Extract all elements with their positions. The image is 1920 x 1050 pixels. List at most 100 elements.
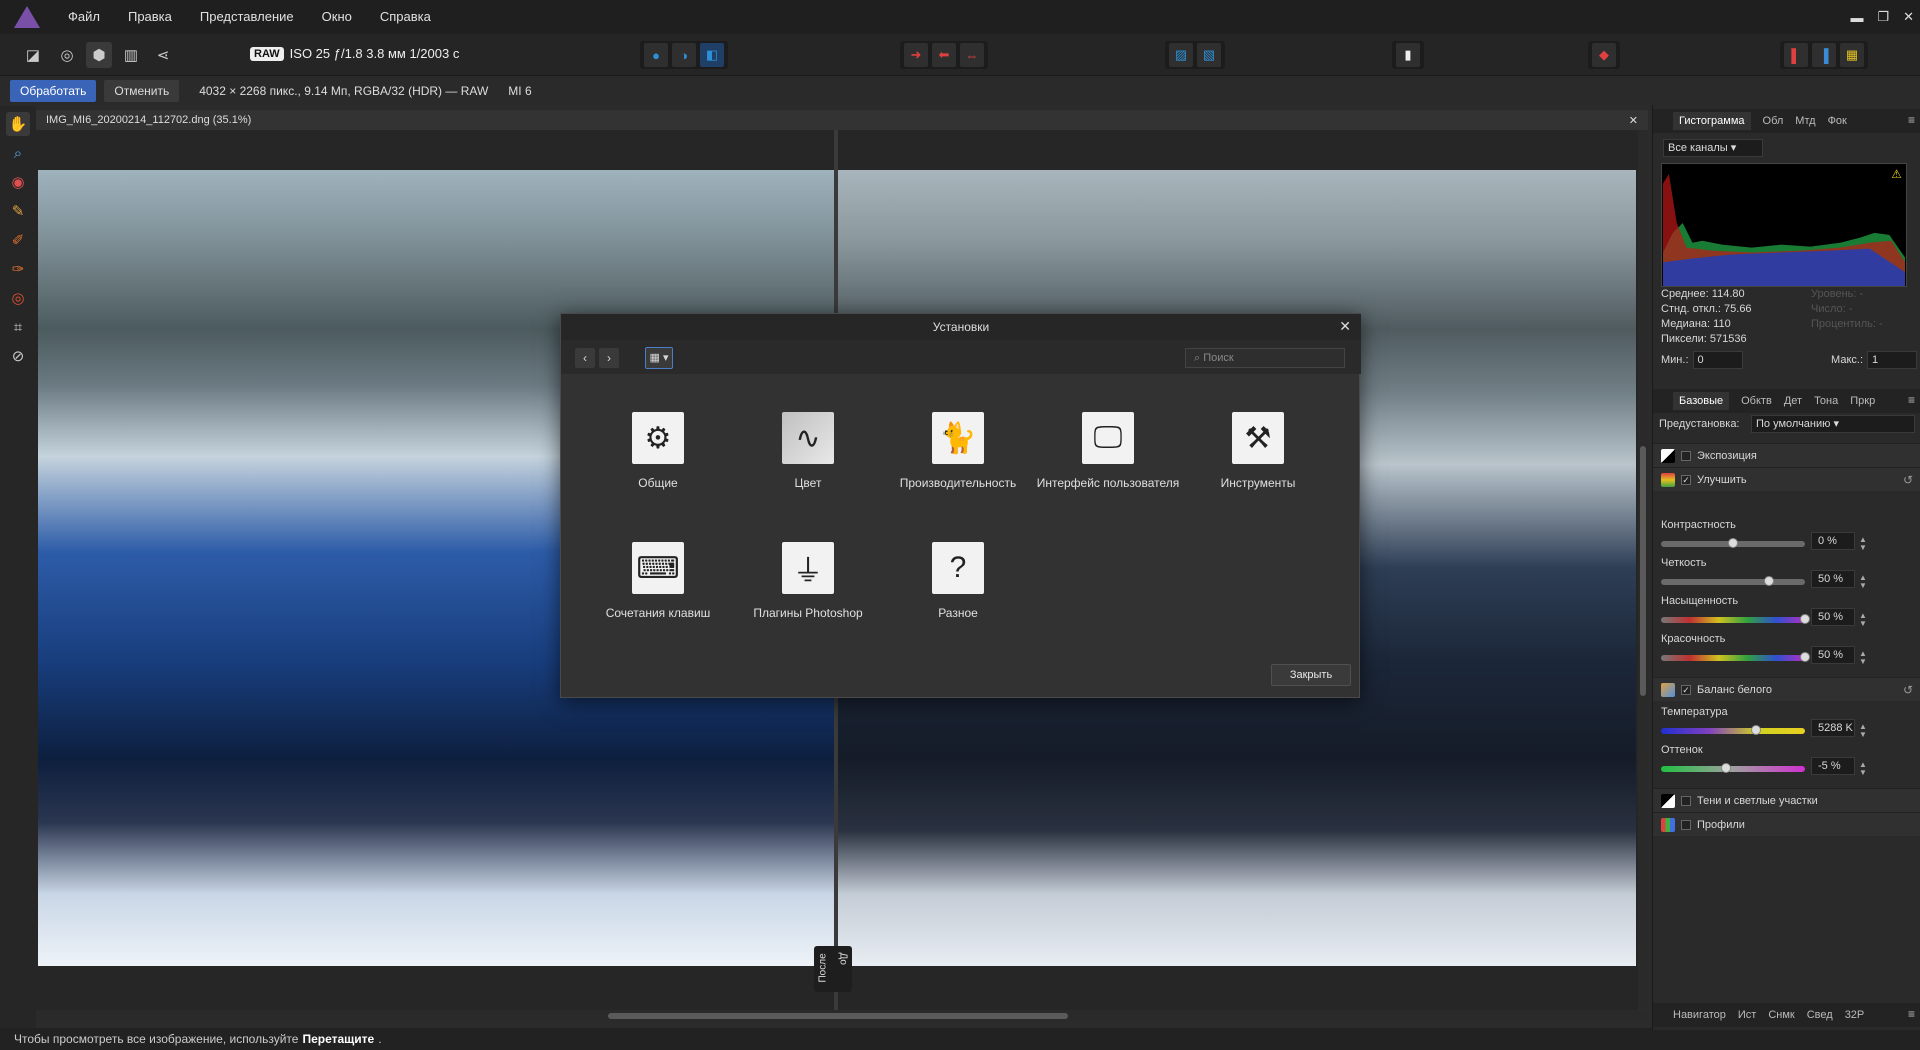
tab-tones[interactable]: Тона <box>1814 395 1838 407</box>
menu-help[interactable]: Справка <box>366 0 445 34</box>
tab-history[interactable]: Ист <box>1738 1009 1756 1021</box>
vibrance-slider[interactable] <box>1661 652 1810 662</box>
temperature-spinner[interactable]: ▲ ▼ <box>1859 723 1867 739</box>
section-white-balance[interactable]: ✓ Баланс белого ↺ <box>1653 677 1920 701</box>
tab-overlays[interactable]: Пркр <box>1850 395 1875 407</box>
compare-left-icon[interactable]: ➜ <box>904 43 928 67</box>
tab-metadata[interactable]: Мтд <box>1795 115 1815 127</box>
minimize-icon[interactable]: ▬ <box>1850 10 1863 25</box>
panel-right-icon[interactable]: ▐ <box>1812 43 1836 67</box>
tab-32p[interactable]: 32Р <box>1845 1009 1865 1021</box>
wb-reset-icon[interactable]: ↺ <box>1903 683 1913 697</box>
tab-lens[interactable]: Обктв <box>1741 395 1772 407</box>
profiles-checkbox[interactable] <box>1681 819 1691 830</box>
tab-details[interactable]: Дет <box>1784 395 1802 407</box>
reset-icon[interactable]: ◆ <box>1592 43 1616 67</box>
clarity-slider[interactable] <box>1661 576 1805 586</box>
pref-performance[interactable]: 🐈 Производительность <box>883 412 1033 490</box>
pref-misc[interactable]: ? Разное <box>883 542 1033 620</box>
vibrance-spinner[interactable]: ▲ ▼ <box>1859 650 1867 666</box>
section-enhance[interactable]: ✓ Улучшить ↺ <box>1653 467 1920 491</box>
shadows-checkbox[interactable] <box>1681 795 1691 806</box>
blemish-tool-icon[interactable]: ✎ <box>6 199 30 223</box>
panel-menu-icon[interactable]: ≡ <box>1908 113 1915 127</box>
contrast-knob[interactable] <box>1728 538 1738 548</box>
temperature-knob[interactable] <box>1751 725 1762 735</box>
saturation-spinner[interactable]: ▲ ▼ <box>1859 612 1867 628</box>
temperature-value[interactable]: 5288 K <box>1811 719 1855 737</box>
tint-value[interactable]: -5 % <box>1811 757 1855 775</box>
exposure-checkbox[interactable] <box>1681 450 1691 461</box>
tone-mapping-persona-icon[interactable]: ▥ <box>118 42 144 68</box>
overlay-a-icon[interactable]: ▨ <box>1169 43 1193 67</box>
enhance-checkbox[interactable]: ✓ <box>1681 474 1691 485</box>
tab-snapshots[interactable]: Снмк <box>1768 1009 1794 1021</box>
preset-select[interactable]: По умолчанию ▾ <box>1751 415 1915 433</box>
menu-window[interactable]: Окно <box>308 0 366 34</box>
dialog-close-icon[interactable]: ✕ <box>1339 318 1351 335</box>
adjust-menu-icon[interactable]: ≡ <box>1908 393 1915 407</box>
white-balance-tool-icon[interactable]: ⊘ <box>6 344 30 368</box>
color-panel-icon[interactable]: ▦ <box>1840 43 1864 67</box>
horizontal-scrollbar[interactable] <box>36 1010 1648 1022</box>
search-input[interactable]: ⌕ Поиск <box>1185 348 1345 368</box>
tab-basic[interactable]: Базовые <box>1673 392 1730 410</box>
bottom-menu-icon[interactable]: ≡ <box>1908 1007 1915 1021</box>
hscroll-thumb[interactable] <box>608 1013 1068 1019</box>
temperature-slider[interactable] <box>1661 725 1805 735</box>
photo-persona-icon[interactable]: ◪ <box>20 42 46 68</box>
menu-file[interactable]: Файл <box>54 0 114 34</box>
pref-tools[interactable]: ⚒ Инструменты <box>1183 412 1333 490</box>
clipping-icon[interactable]: ▮ <box>1396 43 1420 67</box>
menu-edit[interactable]: Правка <box>114 0 186 34</box>
tab-histogram[interactable]: Гистограмма <box>1673 112 1751 130</box>
overlay-b-icon[interactable]: ▧ <box>1197 43 1221 67</box>
mirror-view-icon[interactable]: ◧ <box>700 43 724 67</box>
vibrance-value[interactable]: 50 % <box>1811 646 1855 664</box>
section-profiles[interactable]: Профили <box>1653 812 1920 836</box>
tab-area[interactable]: Обл <box>1763 115 1784 127</box>
clarity-knob[interactable] <box>1764 576 1774 586</box>
tab-info[interactable]: Свед <box>1807 1009 1833 1021</box>
menu-view[interactable]: Представление <box>186 0 308 34</box>
contrast-value[interactable]: 0 % <box>1811 532 1855 550</box>
tab-focus[interactable]: Фок <box>1828 115 1847 127</box>
export-persona-icon[interactable]: ⋖ <box>150 42 176 68</box>
pref-color[interactable]: ∿ Цвет <box>733 412 883 490</box>
clarity-value[interactable]: 50 % <box>1811 570 1855 588</box>
forward-icon[interactable]: › <box>599 348 619 368</box>
gradient-tool-icon[interactable]: ◎ <box>6 286 30 310</box>
pref-plugins[interactable]: ⏚ Плагины Photoshop <box>733 542 883 620</box>
vibrance-knob[interactable] <box>1800 652 1810 662</box>
contrast-slider[interactable] <box>1661 538 1805 548</box>
saturation-value[interactable]: 50 % <box>1811 608 1855 626</box>
erase-brush-icon[interactable]: ✑ <box>6 257 30 281</box>
close-window-icon[interactable]: ✕ <box>1903 9 1914 25</box>
develop-persona-icon[interactable]: ⬢ <box>86 42 112 68</box>
document-tab[interactable]: IMG_MI6_20200214_112702.dng (35.1%) ✕ <box>36 110 1648 130</box>
contrast-spinner[interactable]: ▲ ▼ <box>1859 536 1867 552</box>
grid-view-icon[interactable]: ▦ ▾ <box>645 347 673 369</box>
vscroll-thumb[interactable] <box>1640 446 1646 696</box>
panel-left-icon[interactable]: ▌ <box>1784 43 1808 67</box>
develop-button[interactable]: Обработать <box>10 80 97 102</box>
cancel-button[interactable]: Отменить <box>104 80 180 102</box>
pref-shortcuts[interactable]: ⌨ Сочетания клавиш <box>583 542 733 620</box>
section-shadows-highlights[interactable]: Тени и светлые участки <box>1653 788 1920 812</box>
saturation-knob[interactable] <box>1800 614 1810 624</box>
saturation-slider[interactable] <box>1661 614 1810 624</box>
restore-icon[interactable]: ❐ <box>1877 9 1889 25</box>
tint-slider[interactable] <box>1661 763 1805 773</box>
close-document-icon[interactable]: ✕ <box>1629 114 1638 127</box>
channel-select[interactable]: Все каналы ▾ <box>1663 139 1763 157</box>
crop-tool-icon[interactable]: ⌗ <box>6 315 30 339</box>
compare-right-icon[interactable]: ⬅ <box>932 43 956 67</box>
dialog-close-button[interactable]: Закрыть <box>1271 664 1351 686</box>
white-balance-checkbox[interactable]: ✓ <box>1681 684 1691 695</box>
pref-general[interactable]: ⚙ Общие <box>583 412 733 490</box>
tint-spinner[interactable]: ▲ ▼ <box>1859 761 1867 777</box>
single-view-icon[interactable]: ● <box>644 43 668 67</box>
enhance-reset-icon[interactable]: ↺ <box>1903 473 1913 487</box>
split-view-icon[interactable]: ◑ <box>672 43 696 67</box>
brush-tool-icon[interactable]: ✐ <box>6 228 30 252</box>
